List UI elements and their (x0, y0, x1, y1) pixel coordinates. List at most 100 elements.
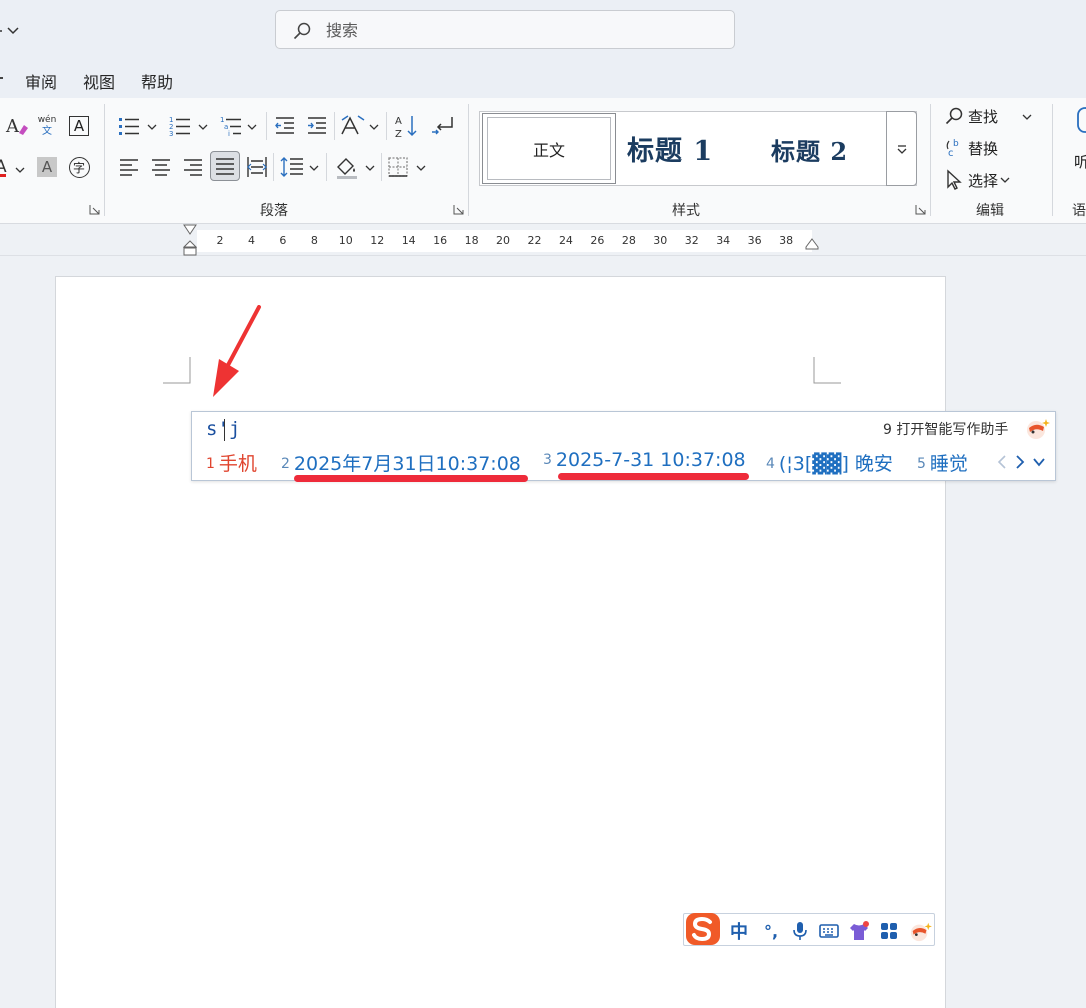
search-input[interactable] (326, 19, 706, 41)
ime-punctuation-toggle[interactable]: °, (760, 920, 782, 942)
phonetic-guide-pinyin: wén (37, 115, 57, 125)
tshirt-icon (850, 921, 869, 940)
align-left-icon (120, 159, 138, 176)
ime-skin-button[interactable] (848, 920, 870, 942)
chevron-left-icon[interactable] (996, 454, 1008, 470)
shading-button[interactable] (333, 153, 361, 181)
tab-help[interactable]: 帮助 (141, 69, 173, 93)
candidate-number: 1 (206, 456, 215, 472)
microphone-icon (793, 922, 807, 940)
horizontal-ruler[interactable]: 2 4 6 8 10 12 14 16 18 20 22 24 26 28 30 32 34 36 38 (197, 230, 812, 252)
search-icon (293, 22, 311, 40)
microphone-icon[interactable] (1074, 106, 1086, 138)
ime-mascot-button[interactable] (906, 920, 934, 942)
ime-mascot-icon[interactable] (1022, 416, 1052, 440)
chinese-layout-button[interactable] (339, 112, 367, 140)
ime-candidate[interactable]: 5 睡觉 (917, 449, 968, 476)
separator (266, 112, 267, 140)
chevron-down-icon[interactable] (1022, 112, 1032, 122)
annotation-arrow (213, 305, 261, 397)
ruler-tick-label: 2 (216, 234, 224, 247)
chevron-down-icon[interactable] (309, 163, 319, 173)
ime-candidate-window: s'j 9 打开智能写作助手 1手机 22025年7月31日10:37:08 3… (191, 411, 1056, 481)
candidate-number: 5 (917, 456, 926, 472)
style-heading-1[interactable]: 标题 1 (627, 129, 713, 168)
select-button[interactable]: 选择 (944, 167, 1010, 193)
align-right-button[interactable] (179, 153, 207, 181)
decrease-indent-button[interactable] (271, 112, 299, 140)
ime-writing-assistant-link[interactable]: 9 打开智能写作助手 (883, 419, 1008, 439)
ime-mascot-icon (910, 922, 932, 942)
borders-button[interactable] (384, 153, 412, 181)
chevron-right-icon[interactable] (1014, 454, 1026, 470)
numbering-button[interactable]: 1 2 3 (166, 112, 194, 140)
ime-candidate[interactable]: 4 (¦3[▓▓] 晚安 (766, 449, 893, 476)
search-box[interactable] (275, 10, 735, 49)
chevron-down-icon[interactable] (198, 122, 208, 132)
ime-candidate[interactable]: 1 手机 (206, 449, 257, 476)
ime-keyboard-button[interactable] (818, 920, 840, 942)
replace-button[interactable]: b c 替换 (944, 135, 998, 161)
ime-candidate[interactable]: 3 2025-7-31 10:37:08 (543, 449, 746, 471)
first-line-indent-marker[interactable] (183, 224, 197, 235)
chevron-down-icon[interactable] (0, 18, 22, 42)
style-normal[interactable]: 正文 (482, 113, 616, 184)
chevron-down-icon[interactable] (15, 165, 25, 175)
margin-corner-mark (813, 357, 841, 384)
dialog-launcher-icon[interactable] (453, 204, 464, 215)
increase-indent-button[interactable] (303, 112, 331, 140)
chevron-down-icon[interactable] (147, 122, 157, 132)
phonetic-guide-button[interactable]: wén 文 (33, 112, 61, 140)
chevron-down-icon[interactable] (369, 122, 379, 132)
line-spacing-button[interactable] (278, 153, 306, 181)
font-color-button[interactable]: A (0, 153, 14, 181)
multilevel-list-icon: 1 a i (220, 116, 241, 138)
ruler-tick-label: 12 (370, 234, 385, 247)
sort-icon: A Z (395, 116, 417, 139)
ruler-area: 2 4 6 8 10 12 14 16 18 20 22 24 26 28 30 32 34 36 38 (0, 224, 1086, 256)
sort-button[interactable]: A Z (393, 112, 421, 140)
ime-voice-button[interactable] (790, 920, 810, 942)
align-left-button[interactable] (115, 153, 143, 181)
justify-button[interactable] (210, 151, 240, 181)
character-shading-button[interactable]: A (33, 153, 61, 181)
ruler-tick-label: 18 (464, 234, 479, 247)
right-indent-marker[interactable] (805, 238, 819, 250)
align-center-button[interactable] (147, 153, 175, 181)
chevron-down-icon[interactable] (1032, 456, 1046, 468)
select-label: 选择 (968, 171, 999, 190)
group-label-editing: 编辑 (976, 203, 1004, 219)
style-normal-label: 正文 (487, 117, 611, 180)
separator (273, 153, 274, 181)
phonetic-guide-icon: wén 文 (38, 115, 57, 137)
document-page[interactable] (55, 276, 946, 1008)
styles-more-button[interactable] (886, 111, 917, 186)
dialog-launcher-icon[interactable] (89, 204, 100, 215)
tab-review[interactable]: 审阅 (25, 69, 57, 93)
svg-text:A: A (395, 116, 402, 127)
candidate-number: 3 (543, 452, 552, 468)
dialog-launcher-icon[interactable] (915, 204, 926, 215)
chevron-down-icon[interactable] (365, 163, 375, 173)
ime-toolbox-button[interactable] (878, 920, 900, 942)
style-heading-2[interactable]: 标题 2 (771, 132, 848, 167)
distributed-button[interactable] (243, 153, 271, 181)
ime-mode-toggle[interactable]: 中 (728, 920, 750, 943)
ime-candidate[interactable]: 2 2025年7月31日10:37:08 (281, 449, 521, 476)
find-button[interactable]: 查找 (944, 103, 998, 129)
show-marks-button[interactable] (429, 112, 457, 140)
ruler-tick-label: 14 (401, 234, 416, 247)
clear-formatting-button[interactable]: A (3, 112, 31, 140)
enclose-characters-button[interactable]: 字 (65, 153, 93, 181)
character-border-button[interactable]: A (65, 112, 93, 140)
chevron-down-icon[interactable] (416, 163, 426, 173)
bullets-button[interactable] (115, 112, 143, 140)
dictate-label[interactable]: 听 (1074, 151, 1086, 172)
chevron-down-icon[interactable] (247, 122, 257, 132)
sogou-logo-icon[interactable] (684, 910, 724, 950)
title-bar (0, 0, 1086, 62)
left-indent-marker[interactable] (183, 240, 197, 256)
multilevel-list-button[interactable]: 1 a i (217, 112, 245, 140)
ime-status-toolbar[interactable]: 中 °, (683, 913, 935, 946)
tab-view[interactable]: 视图 (83, 69, 115, 93)
